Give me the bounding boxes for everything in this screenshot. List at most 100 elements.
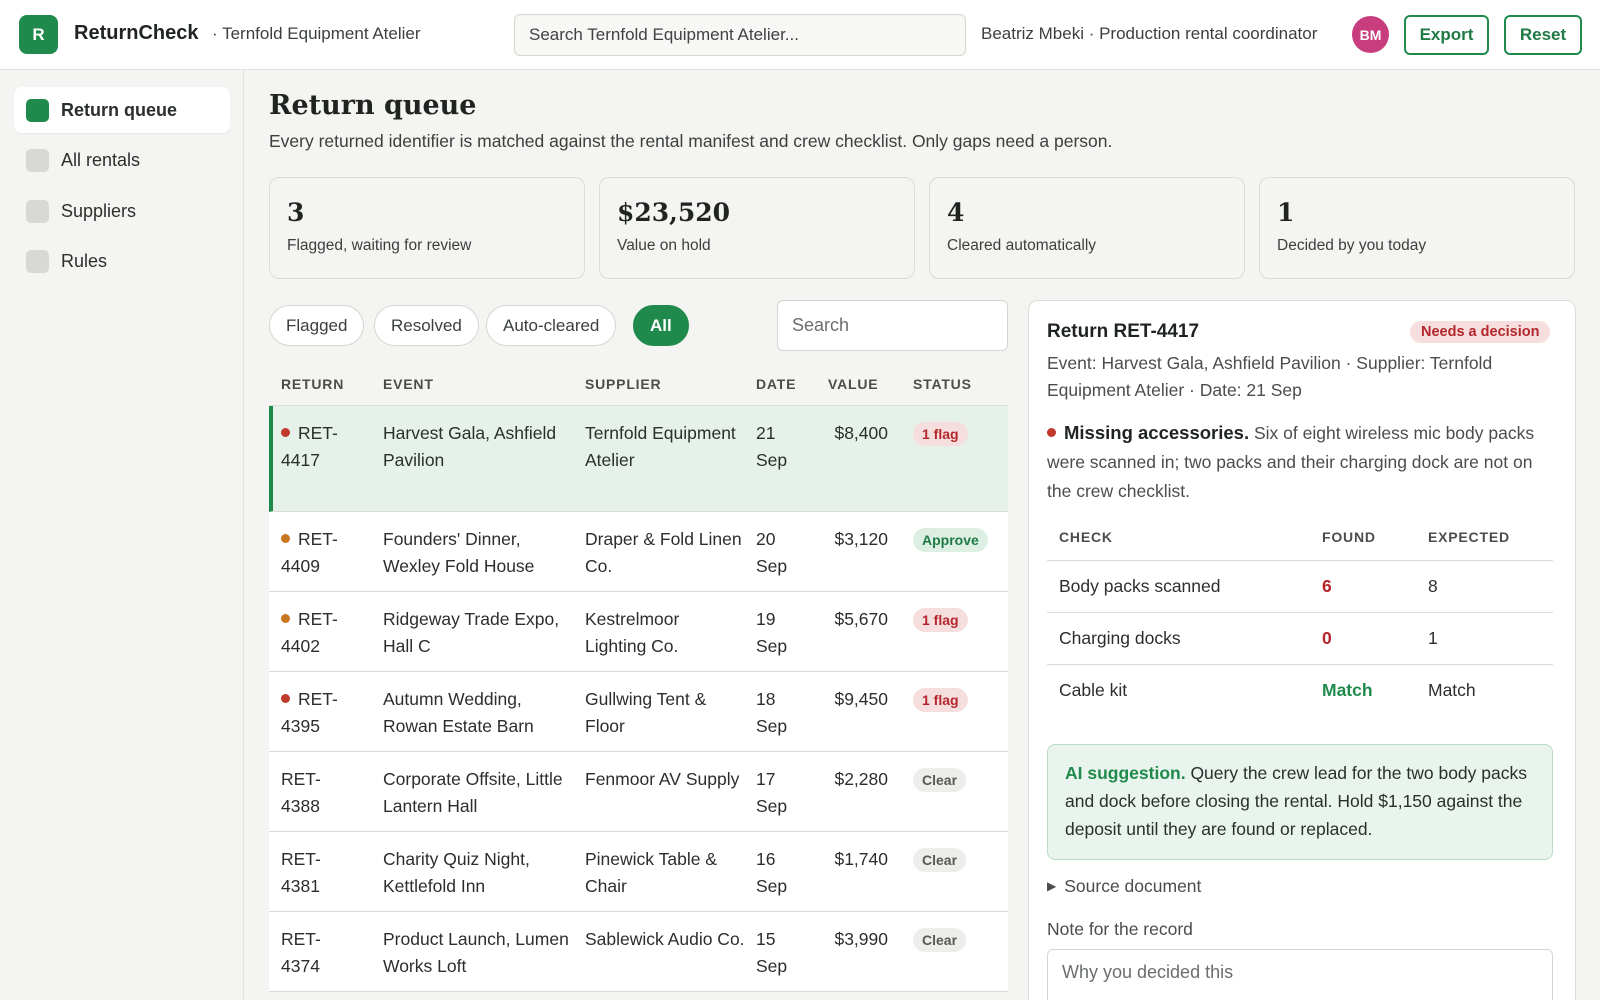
event-name-text: Product Launch, Lumen Works Loft	[383, 929, 569, 976]
supplier-name-text: Draper & Fold Linen Co.	[585, 529, 742, 576]
check-name: Cable kit	[1059, 680, 1128, 700]
status-badge: 1 flag	[913, 422, 968, 446]
return-id-text: RET- 4381	[281, 849, 321, 896]
reset-button[interactable]: Reset	[1504, 15, 1582, 55]
supplier-name-text: Kestrelmoor Lighting Co.	[585, 609, 680, 656]
sidebar-item-label: Return queue	[61, 99, 178, 120]
return-value: $9,450	[809, 686, 888, 713]
status-cell: 1 flag	[913, 420, 968, 447]
check-row: Cable kit Match Match	[1047, 665, 1553, 717]
table-row[interactable]: RET- 4388 Corporate Offsite, Little Lante…	[269, 752, 1008, 832]
sidebar-item-rules[interactable]: Rules	[14, 238, 230, 284]
sidebar: Return queue All rentals Suppliers Rules	[0, 70, 244, 1000]
check-found: 6	[1322, 576, 1332, 596]
table-row[interactable]: RET- 4402 Ridgeway Trade Expo, Hall C Kest…	[269, 592, 1008, 672]
event-name: Founders' Dinner, Wexley Fold House	[383, 526, 573, 580]
supplier-name: Fenmoor AV Supply	[585, 766, 745, 793]
checks-header: CHECK FOUND EXPECTED	[1047, 521, 1553, 561]
return-id: RET- 4402	[281, 606, 369, 660]
col-header-check: CHECK	[1059, 529, 1113, 545]
table-row[interactable]: RET- 4381 Charity Quiz Night, Kettlefold …	[269, 832, 1008, 912]
issue-summary: Missing accessories. Six of eight wirele…	[1047, 418, 1552, 506]
stat-label: Value on hold	[617, 237, 711, 254]
col-header-supplier[interactable]: SUPPLIER	[585, 376, 661, 392]
return-value: $2,280	[809, 766, 888, 793]
stat-label: Flagged, waiting for review	[287, 237, 472, 254]
stat-card-decided: 1 Decided by you today	[1259, 177, 1575, 279]
status-dot-icon	[281, 614, 290, 623]
export-button[interactable]: Export	[1404, 15, 1489, 55]
supplier-name-text: Gullwing Tent & Floor	[585, 689, 707, 736]
table-row[interactable]: RET- 4417 Harvest Gala, Ashfield Pavilion…	[269, 406, 1008, 512]
return-value: $8,400	[809, 420, 888, 447]
status-dot-icon	[281, 534, 290, 543]
return-value-text: $2,280	[834, 769, 888, 789]
return-value-text: $3,990	[834, 929, 888, 949]
list-search-input[interactable]	[777, 300, 1008, 351]
stat-card-flagged: 3 Flagged, waiting for review	[269, 177, 585, 279]
return-value: $1,740	[809, 846, 888, 873]
return-value-text: $8,400	[834, 423, 888, 443]
supplier-name: Gullwing Tent & Floor	[585, 686, 745, 740]
return-date: 19 Sep	[756, 606, 806, 660]
check-name: Charging docks	[1059, 628, 1181, 648]
stat-value: $23,520	[617, 198, 731, 227]
filter-chip-resolved[interactable]: Resolved	[374, 305, 479, 346]
sidebar-item-return-queue[interactable]: Return queue	[14, 87, 230, 133]
check-expected: Match	[1428, 680, 1476, 700]
checks-table: CHECK FOUND EXPECTED Body packs scanned …	[1047, 521, 1553, 717]
filter-chip-auto-cleared[interactable]: Auto-cleared	[486, 305, 617, 346]
return-id: RET- 4374	[281, 926, 369, 980]
return-date-text: 16 Sep	[756, 849, 788, 896]
avatar[interactable]: BM	[1352, 16, 1389, 53]
supplier-name-text: Sablewick Audio Co.	[585, 929, 745, 949]
stat-card-value-on-hold: $23,520 Value on hold	[599, 177, 915, 279]
page-title: Return queue	[269, 90, 477, 121]
col-header-status[interactable]: STATUS	[913, 376, 972, 392]
event-name-text: Charity Quiz Night, Kettlefold Inn	[383, 849, 530, 896]
table-row[interactable]: RET- 4374 Product Launch, Lumen Works Lof…	[269, 912, 1008, 992]
sidebar-item-label: All rentals	[61, 149, 141, 170]
col-header-value[interactable]: VALUE	[828, 376, 878, 392]
return-id: RET- 4388	[281, 766, 369, 820]
event-name-text: Autumn Wedding, Rowan Estate Barn	[383, 689, 534, 736]
status-badge: 1 flag	[913, 608, 968, 632]
sidebar-item-suppliers[interactable]: Suppliers	[14, 188, 230, 234]
source-document-toggle[interactable]: ▶ Source document	[1047, 876, 1201, 897]
supplier-name-text: Ternfold Equipment Atelier	[585, 423, 736, 470]
global-search-input[interactable]	[514, 14, 966, 56]
col-header-found: FOUND	[1322, 529, 1376, 545]
event-name: Charity Quiz Night, Kettlefold Inn	[383, 846, 573, 900]
col-header-return[interactable]: RETURN	[281, 376, 344, 392]
table-row[interactable]: RET- 4395 Autumn Wedding, Rowan Estate Ba…	[269, 672, 1008, 752]
event-name: Autumn Wedding, Rowan Estate Barn	[383, 686, 573, 740]
col-header-event[interactable]: EVENT	[383, 376, 434, 392]
col-header-date[interactable]: DATE	[756, 376, 796, 392]
supplier-name: Kestrelmoor Lighting Co.	[585, 606, 745, 660]
status-cell: 1 flag	[913, 686, 968, 713]
event-name: Product Launch, Lumen Works Loft	[383, 926, 573, 980]
status-badge: Needs a decision	[1410, 321, 1551, 343]
status-cell: Clear	[913, 766, 967, 793]
status-badge: Clear	[913, 848, 967, 872]
event-name: Corporate Offsite, Little Lantern Hall	[383, 766, 573, 820]
supplier-name: Ternfold Equipment Atelier	[585, 420, 745, 474]
table-row[interactable]: RET- 4409 Founders' Dinner, Wexley Fold H…	[269, 512, 1008, 592]
detail-meta: Event: Harvest Gala, Ashfield Pavilion ·…	[1047, 353, 1493, 400]
stat-value: 3	[287, 198, 305, 227]
event-name-text: Ridgeway Trade Expo, Hall C	[383, 609, 560, 656]
return-id: RET- 4395	[281, 686, 369, 740]
return-value-text: $1,740	[834, 849, 888, 869]
return-date: 17 Sep	[756, 766, 806, 820]
stat-value: 4	[947, 198, 965, 227]
stat-card-cleared: 4 Cleared automatically	[929, 177, 1245, 279]
return-date-text: 19 Sep	[756, 609, 788, 656]
nav-square-icon	[26, 249, 49, 273]
nav-square-icon	[26, 199, 49, 223]
note-field[interactable]	[1047, 949, 1553, 1000]
filter-chip-all[interactable]: All	[633, 305, 689, 346]
filter-chip-flagged[interactable]: Flagged	[269, 305, 365, 346]
source-document-label: Source document	[1064, 876, 1202, 896]
return-date: 15 Sep	[756, 926, 806, 980]
sidebar-item-all-rentals[interactable]: All rentals	[14, 137, 230, 183]
